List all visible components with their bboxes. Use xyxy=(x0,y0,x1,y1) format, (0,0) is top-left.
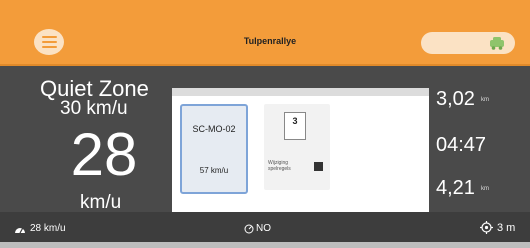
compass-icon xyxy=(244,224,254,233)
status-toggle[interactable] xyxy=(421,32,515,54)
sign-card[interactable]: 3 Wijziging spelregels xyxy=(264,104,330,190)
top-bar: Tulpenrallye xyxy=(0,0,530,66)
zone-limit: 30 km/u xyxy=(60,98,128,119)
status-bar: 28 km/u NO 3 m xyxy=(0,212,530,242)
sign-code: SC-MO-02 xyxy=(192,124,236,134)
stat-other-unit: km xyxy=(480,185,489,192)
speed-unit: km/u xyxy=(80,192,122,213)
app-frame: Tulpenrallye Quiet Zone 30 km/u 28 km/u … xyxy=(0,0,530,248)
sign-speed: 57 km/u xyxy=(199,166,229,175)
sign-caption: Wijziging spelregels xyxy=(268,160,291,172)
menu-icon-line xyxy=(41,46,57,48)
stat-time: 04:47 xyxy=(436,134,486,157)
sign-panel: SC-MO-02 57 km/u 3 Wijziging spelregels xyxy=(172,88,429,212)
car-icon xyxy=(490,37,504,50)
no-label: NO xyxy=(256,223,271,234)
stat-other-value: 4,21 xyxy=(436,177,475,199)
status-gps: 3 m xyxy=(480,221,515,234)
sign-card-selected[interactable]: SC-MO-02 57 km/u xyxy=(180,104,248,194)
sign-number: 3 xyxy=(292,116,298,126)
stat-other: 4,21 km xyxy=(436,177,489,200)
speedometer-icon xyxy=(15,227,25,233)
stat-distance-value: 3,02 xyxy=(436,88,475,110)
status-no: NO xyxy=(244,223,271,234)
gps-icon xyxy=(480,221,493,234)
sign-badge-icon xyxy=(314,162,323,171)
current-speed: 28 xyxy=(70,121,138,188)
stat-distance-unit: km xyxy=(480,96,489,103)
bottom-edge xyxy=(0,242,530,248)
stat-distance: 3,02 km xyxy=(436,88,489,111)
page-title: Tulpenrallye xyxy=(243,36,297,46)
avg-speed-label: 28 km/u xyxy=(30,223,66,234)
gps-accuracy: 3 m xyxy=(497,221,516,234)
menu-icon-line xyxy=(41,36,57,38)
menu-button[interactable] xyxy=(34,29,64,55)
panel-strip xyxy=(172,88,429,96)
menu-icon-line xyxy=(41,41,57,43)
status-avg-speed: 28 km/u xyxy=(14,223,66,234)
stat-time-value: 04:47 xyxy=(436,134,487,156)
sign-thumbnail: 3 xyxy=(284,112,306,140)
